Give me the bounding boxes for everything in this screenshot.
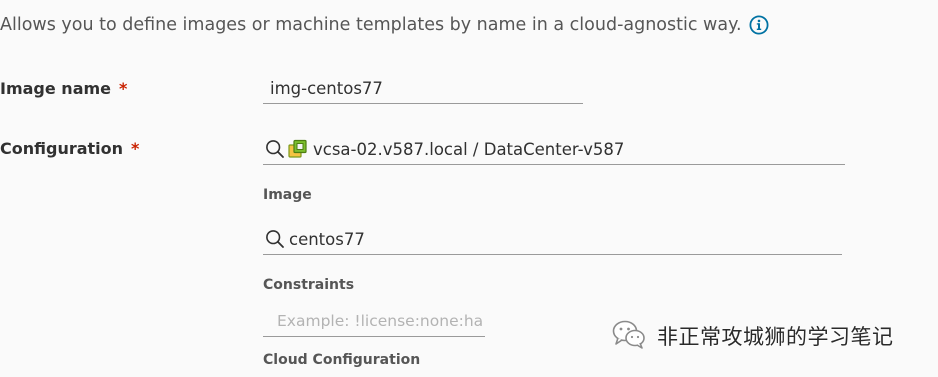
image-search-field[interactable]: centos77: [263, 224, 842, 255]
image-mapping-form: Allows you to define images or machine t…: [0, 0, 938, 377]
image-name-value: img-centos77: [270, 79, 383, 98]
form-description: Allows you to define images or machine t…: [0, 15, 769, 35]
image-name-label: Image name *: [0, 79, 127, 98]
image-name-label-text: Image name: [0, 79, 112, 98]
image-name-input[interactable]: img-centos77: [263, 74, 583, 104]
image-value: centos77: [289, 229, 365, 249]
required-marker: *: [119, 79, 128, 98]
constraints-input[interactable]: [263, 306, 485, 337]
constraints-label: Constraints: [263, 277, 355, 293]
image-label: Image: [263, 187, 312, 203]
configuration-label: Configuration *: [0, 139, 139, 158]
vcenter-datacenter-icon: [288, 139, 308, 159]
cloud-configuration-label: Cloud Configuration: [263, 352, 421, 368]
configuration-search-field[interactable]: vcsa-02.v587.local / DataCenter-v587: [263, 134, 845, 165]
search-icon: [265, 229, 285, 249]
description-text: Allows you to define images or machine t…: [0, 15, 742, 35]
search-icon: [265, 139, 285, 159]
configuration-label-text: Configuration: [0, 139, 124, 158]
configuration-value: vcsa-02.v587.local / DataCenter-v587: [313, 139, 625, 159]
required-marker: *: [131, 139, 140, 158]
info-circle-icon[interactable]: [749, 15, 769, 35]
wechat-watermark: 非正常攻城狮的学习笔记: [611, 318, 894, 354]
wechat-icon: [611, 318, 647, 354]
watermark-text: 非正常攻城狮的学习笔记: [657, 325, 894, 349]
